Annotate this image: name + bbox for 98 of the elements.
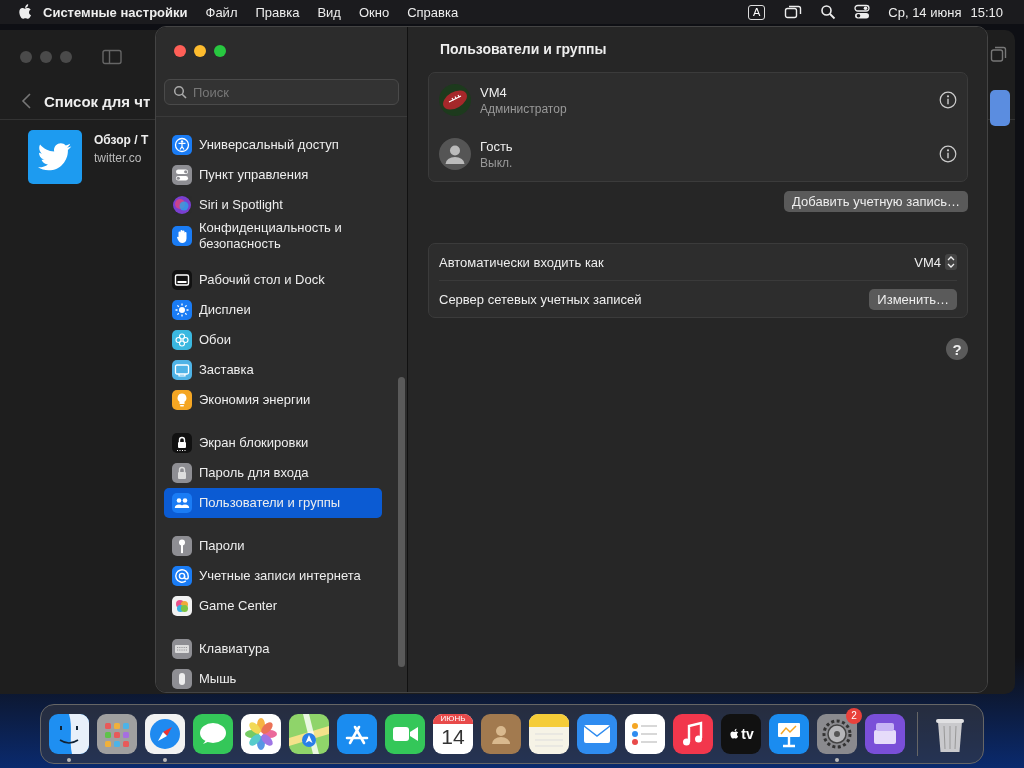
tv-label: tv	[741, 726, 754, 742]
accessibility-icon	[172, 135, 192, 155]
sidebar-item[interactable]: Конфиденциальность и безопасность	[164, 220, 382, 252]
sidebar-item[interactable]: Siri и Spotlight	[164, 190, 382, 220]
sidebar-item[interactable]: Заставка	[164, 355, 382, 385]
bubbles-icon	[172, 596, 192, 616]
hand-icon	[172, 226, 192, 246]
option-label: Автоматически входить как	[439, 254, 604, 270]
sidebar-item[interactable]: Рабочий стол и Dock	[164, 265, 382, 295]
edit-button[interactable]: Изменить…	[869, 288, 957, 310]
contact-book-icon[interactable]	[481, 714, 521, 754]
football-avatar	[439, 84, 471, 116]
music-note-icon[interactable]	[673, 714, 713, 754]
menu-item[interactable]: Справка	[398, 4, 468, 20]
compass-icon[interactable]	[145, 714, 185, 754]
key-icon	[172, 536, 192, 556]
notification-count: 2	[846, 708, 862, 724]
menu-item[interactable]: Файл	[196, 4, 247, 20]
menu-item[interactable]: Вид	[308, 4, 350, 20]
podium-icon[interactable]	[769, 714, 809, 754]
calendar-month: ИЮНЬ	[433, 714, 473, 724]
menu-bar-clock[interactable]: 15:10	[970, 4, 1012, 20]
sidebar-item[interactable]: Мышь	[164, 664, 382, 692]
user-name: VM4	[480, 84, 508, 100]
bird-icon	[38, 143, 72, 171]
sidebar-item[interactable]: Экономия энергии	[164, 385, 382, 415]
sidebar-toggle-icon[interactable]	[102, 49, 122, 65]
option-label: Сервер сетевых учетных записей	[439, 291, 642, 307]
sun-icon	[172, 300, 192, 320]
help-button[interactable]: ?	[946, 338, 968, 360]
dock-icon	[172, 270, 192, 290]
sidebar-item[interactable]: Пароли	[164, 531, 382, 561]
item-url: twitter.co	[94, 151, 143, 165]
sidebar-item[interactable]: Дисплеи	[164, 295, 382, 325]
user-status: Администратор	[480, 101, 568, 116]
user-status: Выкл.	[480, 155, 514, 170]
padlock-icon	[172, 433, 192, 453]
sidebar-item[interactable]: Пользователи и группы	[164, 488, 382, 518]
page-title: Список для чт	[44, 92, 151, 110]
envelope-icon[interactable]	[577, 714, 617, 754]
app-store-icon[interactable]	[337, 714, 377, 754]
map-icon[interactable]	[289, 714, 329, 754]
chevrons-icon	[945, 254, 957, 270]
keyboard-icon	[172, 639, 192, 659]
at-sign-icon	[172, 566, 192, 586]
tabs-icon[interactable]	[990, 45, 1008, 63]
bulb-icon	[172, 390, 192, 410]
speech-bubble-icon[interactable]	[193, 714, 233, 754]
tv-app[interactable]: tv	[721, 714, 761, 754]
sidebar-item[interactable]: Учетные записи интернета	[164, 561, 382, 591]
user-name: Гость	[480, 138, 514, 154]
calendar-app[interactable]: ИЮНЬ 14	[433, 714, 473, 754]
toggles-icon	[172, 165, 192, 185]
user-popup[interactable]: VM4	[914, 254, 957, 270]
sidebar-item[interactable]: Пароль для входа	[164, 458, 382, 488]
add-account-button[interactable]: Добавить учетную запись…	[784, 191, 968, 212]
close-button[interactable]	[174, 45, 186, 57]
apple-logo-icon	[728, 727, 741, 741]
menu-item[interactable]: Правка	[246, 4, 309, 20]
item-title[interactable]: Обзор / Т	[94, 133, 149, 147]
pane-title: Пользователи и группы	[440, 41, 608, 57]
notepad-icon[interactable]	[529, 714, 569, 754]
sidebar-item[interactable]: Обои	[164, 325, 382, 355]
minimize-button[interactable]	[194, 45, 206, 57]
video-camera-icon[interactable]	[385, 714, 425, 754]
search-icon[interactable]	[820, 4, 837, 20]
sidebar-item[interactable]: Экран блокировки	[164, 428, 382, 458]
info-icon[interactable]	[939, 145, 957, 163]
orb-icon	[172, 195, 192, 215]
sidebar-item[interactable]: Универсальный доступ	[164, 130, 382, 160]
padlock-icon	[172, 463, 192, 483]
screen-icon	[172, 360, 192, 380]
toolbar-button[interactable]	[990, 90, 1010, 126]
app-menu[interactable]: Системные настройки	[34, 4, 197, 20]
menu-item[interactable]: Окно	[349, 4, 399, 20]
calendar-day: 14	[441, 724, 465, 750]
scrollbar[interactable]	[398, 377, 405, 667]
menu-bar-date[interactable]: Ср, 14 июня	[879, 4, 971, 20]
search-icon	[173, 85, 187, 99]
flower-icon	[172, 330, 192, 350]
sidebar-item[interactable]: Клавиатура	[164, 634, 382, 664]
person-avatar	[439, 138, 471, 170]
app-grid-icon[interactable]	[97, 714, 137, 754]
apple-menu-icon[interactable]	[18, 3, 34, 21]
sidebar-item[interactable]: Game Center	[164, 591, 382, 621]
people-icon	[172, 493, 192, 513]
flower-icon[interactable]	[241, 714, 281, 754]
zoom-button[interactable]	[214, 45, 226, 57]
finder-icon[interactable]	[49, 714, 89, 754]
checklist-icon[interactable]	[625, 714, 665, 754]
search-field[interactable]: Поиск	[164, 79, 399, 105]
control-center-icon[interactable]	[854, 4, 871, 20]
sidebar-item[interactable]: Пункт управления	[164, 160, 382, 190]
mouse-icon	[172, 669, 192, 689]
stage-manager-icon[interactable]	[784, 4, 803, 20]
back-icon[interactable]	[20, 92, 34, 110]
info-icon[interactable]	[939, 91, 957, 109]
input-source-indicator[interactable]: A	[747, 4, 766, 20]
